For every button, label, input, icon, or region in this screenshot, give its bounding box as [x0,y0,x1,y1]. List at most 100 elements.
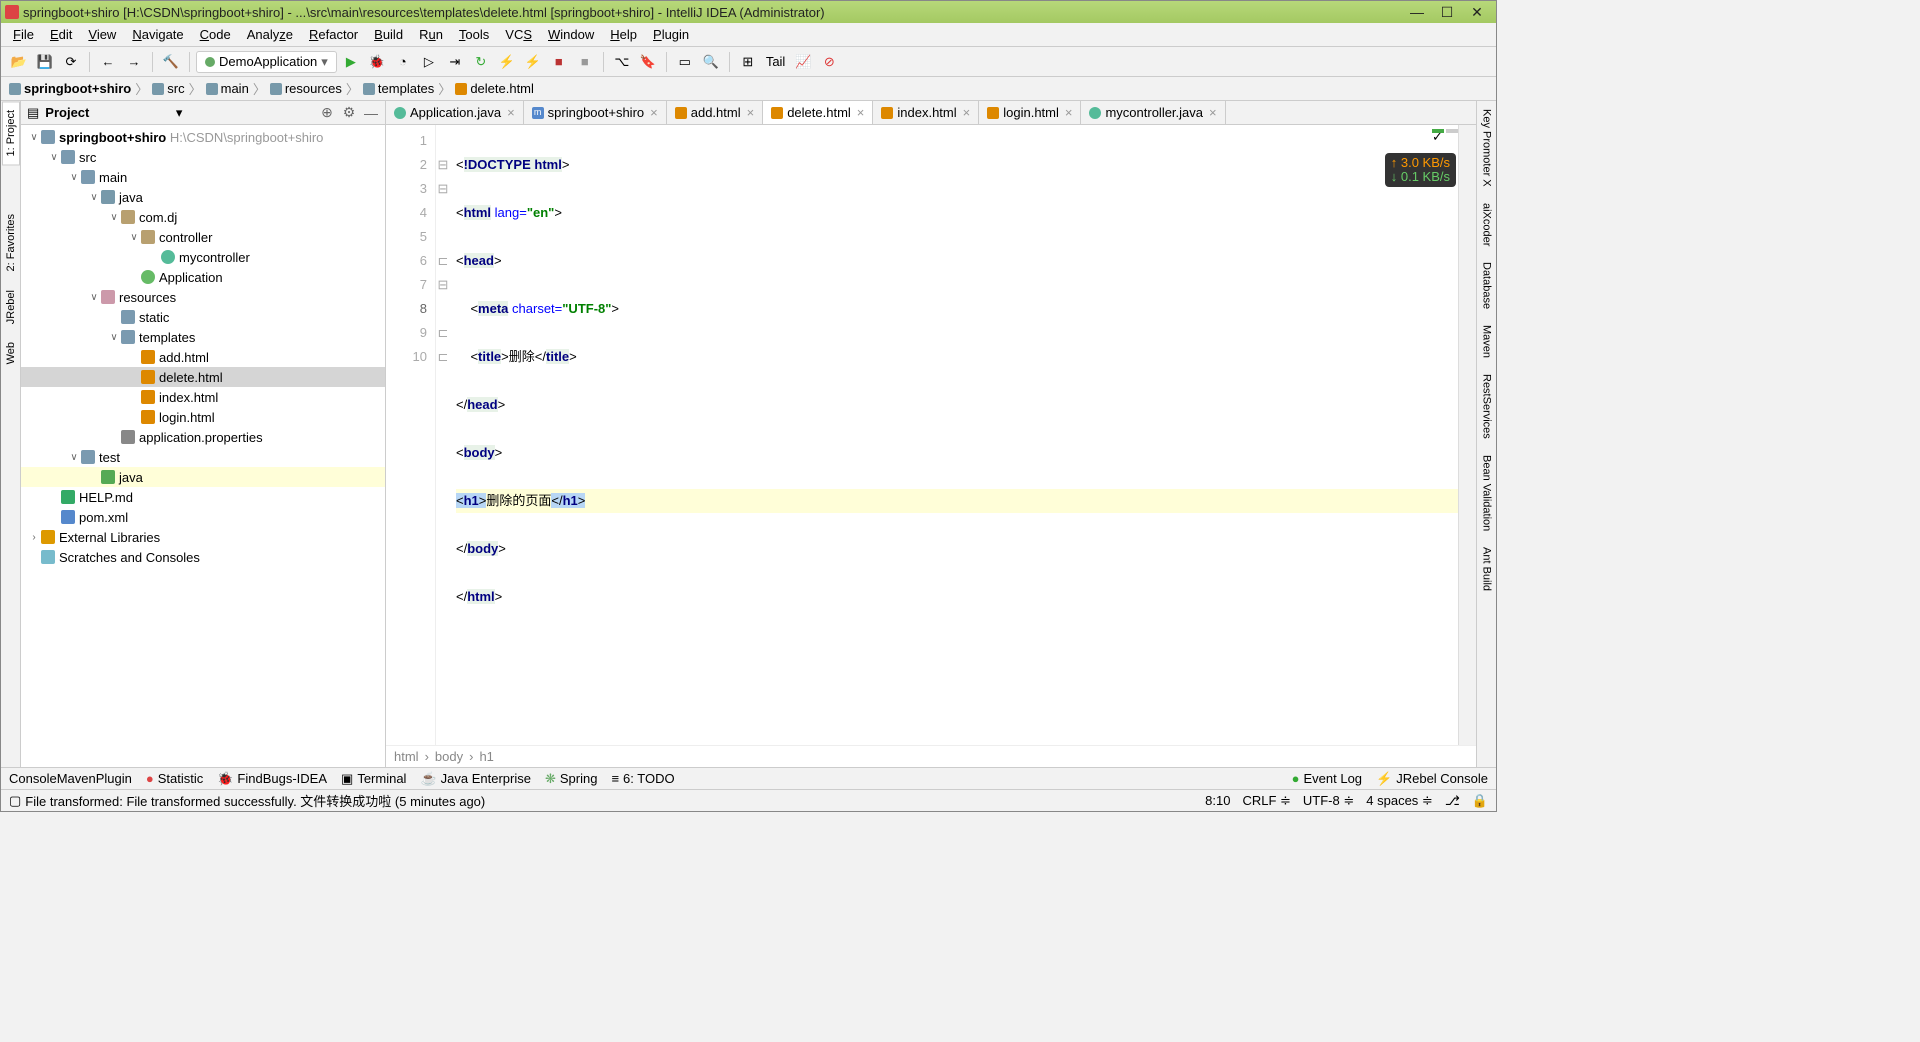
crumb-root[interactable]: springboot+shiro [7,81,133,96]
menu-tools[interactable]: Tools [451,25,497,44]
tree-controller[interactable]: ∨controller [21,227,385,247]
menu-file[interactable]: File [5,25,42,44]
menu-build[interactable]: Build [366,25,411,44]
menu-vcs[interactable]: VCS [497,25,540,44]
tool-rest[interactable]: RestServices [1479,366,1495,447]
tool-beanval[interactable]: Bean Validation [1479,447,1495,539]
menu-run[interactable]: Run [411,25,451,44]
menu-code[interactable]: Code [192,25,239,44]
crumb-main[interactable]: main [204,81,251,96]
tab-login[interactable]: login.html× [979,101,1081,124]
editor-body[interactable]: 12345678910 ⊟⊟ ⊏⊟ ⊏⊏ <!DOCTYPE html> <ht… [386,125,1476,745]
build-button[interactable]: 🔨 [159,50,183,74]
close-icon[interactable]: × [747,105,755,120]
close-icon[interactable]: × [857,105,865,120]
tool-project[interactable]: 1: Project [2,101,20,165]
hide-icon[interactable]: — [363,105,379,121]
tool-statistic[interactable]: ●Statistic [146,771,203,786]
tree-deletehtml[interactable]: delete.html [21,367,385,387]
line-separator[interactable]: CRLF ≑ [1242,793,1290,809]
tab-mycontroller[interactable]: mycontroller.java× [1081,101,1225,124]
project-tree[interactable]: ∨springboot+shiro H:\CSDN\springboot+shi… [21,125,385,767]
close-icon[interactable]: × [963,105,971,120]
tree-testjava[interactable]: java [21,467,385,487]
crumb-src[interactable]: src [150,81,186,96]
tool-consolemaven[interactable]: ConsoleMavenPlugin [9,771,132,786]
menu-plugin[interactable]: Plugin [645,25,697,44]
tool-jrebelconsole[interactable]: ⚡JRebel Console [1376,771,1488,787]
tree-scratch[interactable]: Scratches and Consoles [21,547,385,567]
menu-edit[interactable]: Edit [42,25,80,44]
tool-ant[interactable]: Ant Build [1479,539,1495,599]
crumb-h1[interactable]: h1 [479,749,493,764]
tree-resources[interactable]: ∨resources [21,287,385,307]
menu-window[interactable]: Window [540,25,602,44]
tree-pom[interactable]: pom.xml [21,507,385,527]
dropdown-icon[interactable]: ▾ [176,105,183,121]
crumb-resources[interactable]: resources [268,81,344,96]
save-button[interactable]: 💾 [33,50,57,74]
profile-button[interactable]: ▷ [417,50,441,74]
tool-terminal[interactable]: ▣Terminal [341,771,406,787]
tool-aixcoder[interactable]: aiXcoder [1479,195,1495,254]
tab-springboot[interactable]: mspringboot+shiro× [524,101,667,124]
attach-button[interactable]: ⇥ [443,50,467,74]
tree-main[interactable]: ∨main [21,167,385,187]
menu-navigate[interactable]: Navigate [124,25,191,44]
vcs-button[interactable]: ⌥ [610,50,634,74]
tab-delete[interactable]: delete.html× [763,101,873,124]
close-button[interactable]: ✕ [1462,4,1492,21]
indent[interactable]: 4 spaces ≑ [1366,793,1433,809]
close-icon[interactable]: × [650,105,658,120]
tool-maven[interactable]: Maven [1479,317,1495,366]
run-button[interactable]: ▶ [339,50,363,74]
tree-extlib[interactable]: ›External Libraries [21,527,385,547]
jrebel-run-button[interactable]: ⚡ [495,50,519,74]
tool-spring[interactable]: ❋Spring [545,771,597,787]
menu-refactor[interactable]: Refactor [301,25,366,44]
tool-database[interactable]: Database [1479,254,1495,317]
tree-mycontroller[interactable]: mycontroller [21,247,385,267]
tool-javaee[interactable]: ☕Java Enterprise [420,771,531,787]
encoding[interactable]: UTF-8 ≑ [1303,793,1354,809]
tree-java[interactable]: ∨java [21,187,385,207]
tree-templates[interactable]: ∨templates [21,327,385,347]
search-button[interactable]: 🔍 [699,50,723,74]
tree-comdj[interactable]: ∨com.dj [21,207,385,227]
close-icon[interactable]: × [1209,105,1217,120]
tree-addhtml[interactable]: add.html [21,347,385,367]
cursor-position[interactable]: 8:10 [1205,793,1230,809]
tree-indexhtml[interactable]: index.html [21,387,385,407]
tool-jrebel[interactable]: JRebel [2,281,20,333]
tree-test[interactable]: ∨test [21,447,385,467]
git-icon[interactable]: ⎇ [1445,793,1460,809]
tree-loginhtml[interactable]: login.html [21,407,385,427]
tool-todo[interactable]: ≡6: TODO [611,771,674,786]
maximize-button[interactable]: ☐ [1432,4,1462,21]
tab-add[interactable]: add.html× [667,101,763,124]
crumb-file[interactable]: delete.html [453,81,536,96]
panel-title[interactable]: Project [45,105,170,120]
tab-application[interactable]: Application.java× [386,101,524,124]
tool-web[interactable]: Web [2,333,20,373]
terminal-icon[interactable]: ▭ [673,50,697,74]
run-config-dropdown[interactable]: DemoApplication ▾ [196,51,337,73]
gear-icon[interactable]: ⚙ [341,105,357,121]
stop2-button[interactable]: ■ [573,50,597,74]
fold-gutter[interactable]: ⊟⊟ ⊏⊟ ⊏⊏ [436,125,450,745]
tool-eventlog[interactable]: ●Event Log [1292,771,1362,786]
update-button[interactable]: ↻ [469,50,493,74]
crumb-body[interactable]: body [435,749,463,764]
tree-help[interactable]: HELP.md [21,487,385,507]
chart-icon[interactable]: 📈 [791,50,815,74]
menu-help[interactable]: Help [602,25,645,44]
crumb-html[interactable]: html [394,749,419,764]
scrollbar[interactable] [1458,125,1476,745]
open-button[interactable]: 📂 [7,50,31,74]
jrebel-debug-button[interactable]: ⚡ [521,50,545,74]
forward-button[interactable]: → [122,50,146,74]
menu-view[interactable]: View [80,25,124,44]
tool-keypromoter[interactable]: Key Promoter X [1479,101,1495,195]
tree-src[interactable]: ∨src [21,147,385,167]
coverage-button[interactable]: ◔ [391,50,415,74]
